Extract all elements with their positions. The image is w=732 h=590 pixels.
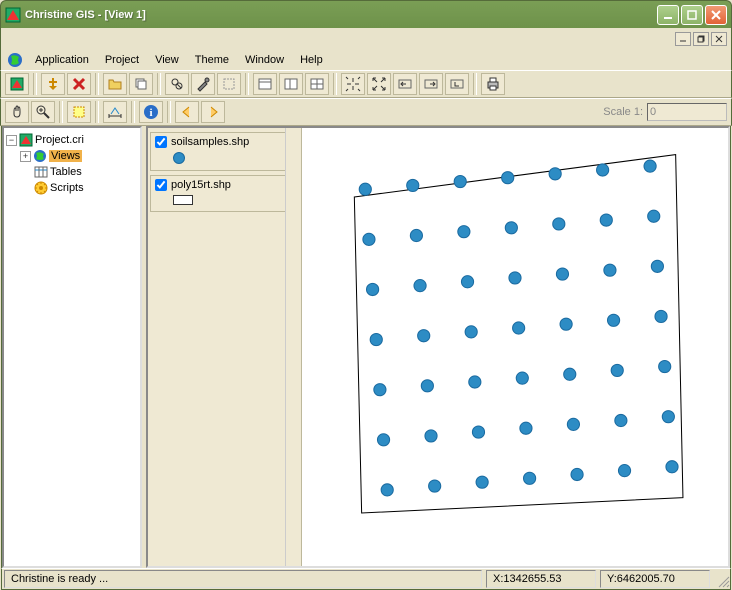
client-area: − Project.cri + Views Tables Scripts soi… <box>1 126 731 568</box>
mdi-control-bar <box>0 28 732 50</box>
project-icon <box>19 133 33 147</box>
theme-item[interactable]: soilsamples.shp <box>150 132 299 171</box>
scale-label: Scale 1: <box>603 106 643 118</box>
table-of-contents: soilsamples.shp poly15rt.shp <box>148 128 302 566</box>
identify-tool-button[interactable]: i <box>139 101 163 123</box>
view-toolbar: i Scale 1: <box>0 98 732 126</box>
collapse-icon[interactable]: − <box>6 135 17 146</box>
measure-tool-button[interactable] <box>103 101 127 123</box>
add-theme-button[interactable] <box>41 73 65 95</box>
view-area: soilsamples.shp poly15rt.shp <box>146 126 730 568</box>
separator <box>95 101 99 123</box>
separator <box>473 73 477 95</box>
theme-name: soilsamples.shp <box>171 136 249 148</box>
menu-help[interactable]: Help <box>292 52 331 68</box>
find-button[interactable] <box>165 73 189 95</box>
globe-icon <box>7 52 23 68</box>
pan-tool-button[interactable] <box>5 101 29 123</box>
print-button[interactable] <box>481 73 505 95</box>
copy-button[interactable] <box>129 73 153 95</box>
theme-item[interactable]: poly15rt.shp <box>150 175 299 212</box>
next-view-button[interactable] <box>201 101 225 123</box>
separator <box>95 73 99 95</box>
resize-grip-icon[interactable] <box>712 570 730 588</box>
table-icon <box>34 165 48 179</box>
status-y: Y: 6462005.70 <box>600 570 710 588</box>
globe-icon <box>33 149 47 163</box>
separator <box>33 73 37 95</box>
tree-label: Tables <box>50 166 82 178</box>
maximize-button[interactable] <box>681 5 703 25</box>
pan-left-button[interactable] <box>393 73 417 95</box>
pan-right-button[interactable] <box>419 73 443 95</box>
refresh-button[interactable] <box>445 73 469 95</box>
clear-selection-button[interactable] <box>217 73 241 95</box>
delete-button[interactable] <box>67 73 91 95</box>
menu-view[interactable]: View <box>147 52 187 68</box>
tree-views[interactable]: + Views <box>20 148 138 164</box>
status-message: Christine is ready ... <box>4 570 482 588</box>
minimize-button[interactable] <box>657 5 679 25</box>
script-icon <box>34 181 48 195</box>
main-toolbar <box>0 70 732 98</box>
open-button[interactable] <box>103 73 127 95</box>
tree-label: Project.cri <box>35 134 84 146</box>
close-button[interactable] <box>705 5 727 25</box>
map-canvas[interactable] <box>302 128 728 566</box>
tree-label: Scripts <box>50 182 84 194</box>
separator <box>59 101 63 123</box>
zoom-in-extent-button[interactable] <box>341 73 365 95</box>
app-logo-button[interactable] <box>5 73 29 95</box>
tree-tables[interactable]: Tables <box>34 164 138 180</box>
mdi-minimize-button[interactable] <box>675 32 691 46</box>
app-icon <box>5 7 21 23</box>
project-tree-panel: − Project.cri + Views Tables Scripts <box>2 126 142 568</box>
status-bar: Christine is ready ... X: 1342655.53 Y: … <box>1 568 731 590</box>
theme-visibility-checkbox[interactable] <box>155 136 167 148</box>
menu-theme[interactable]: Theme <box>187 52 237 68</box>
separator <box>167 101 171 123</box>
separator <box>157 73 161 95</box>
title-bar: Christine GIS - [View 1] <box>0 0 732 28</box>
window-title: Christine GIS - [View 1] <box>25 9 655 21</box>
menu-window[interactable]: Window <box>237 52 292 68</box>
expand-icon[interactable]: + <box>20 151 31 162</box>
layout-button-3[interactable] <box>305 73 329 95</box>
polygon-symbol-icon <box>173 195 193 205</box>
tree-root[interactable]: − Project.cri <box>6 132 138 148</box>
tree-label: Views <box>49 150 82 162</box>
menu-project[interactable]: Project <box>97 52 147 68</box>
layout-button-2[interactable] <box>279 73 303 95</box>
svg-text:i: i <box>149 107 152 119</box>
layout-button-1[interactable] <box>253 73 277 95</box>
zoom-in-tool-button[interactable] <box>31 101 55 123</box>
menu-bar: Application Project View Theme Window He… <box>0 50 732 70</box>
separator <box>245 73 249 95</box>
theme-name: poly15rt.shp <box>171 179 231 191</box>
scale-display: Scale 1: <box>603 103 727 121</box>
zoom-full-button[interactable] <box>367 73 391 95</box>
scale-input[interactable] <box>647 103 727 121</box>
status-x: X: 1342655.53 <box>486 570 596 588</box>
mdi-restore-button[interactable] <box>693 32 709 46</box>
prev-view-button[interactable] <box>175 101 199 123</box>
point-symbol-icon <box>173 152 185 164</box>
tools-button[interactable] <box>191 73 215 95</box>
separator <box>333 73 337 95</box>
tree-scripts[interactable]: Scripts <box>34 180 138 196</box>
menu-application[interactable]: Application <box>27 52 97 68</box>
mdi-close-button[interactable] <box>711 32 727 46</box>
select-tool-button[interactable] <box>67 101 91 123</box>
theme-visibility-checkbox[interactable] <box>155 179 167 191</box>
separator <box>131 101 135 123</box>
toc-scrollbar[interactable] <box>285 128 301 566</box>
